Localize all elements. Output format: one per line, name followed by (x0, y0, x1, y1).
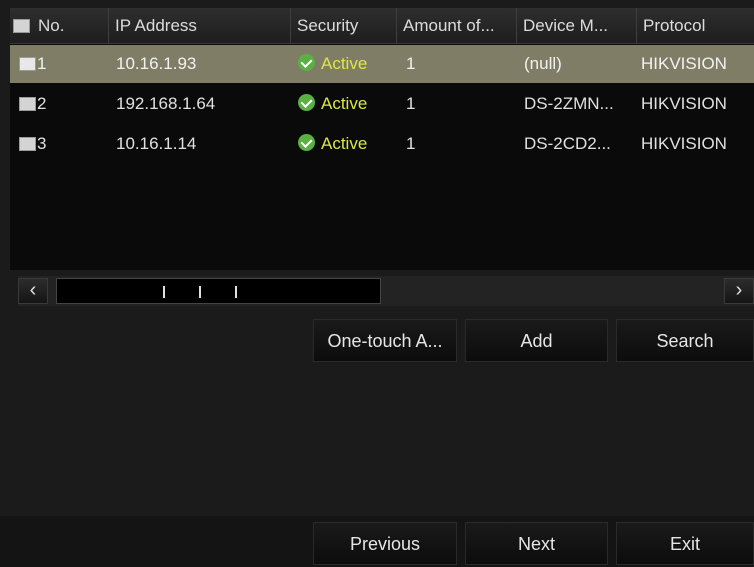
previous-button[interactable]: Previous (313, 522, 457, 565)
column-header-no[interactable]: No. (10, 8, 104, 44)
chevron-right-icon: › (735, 279, 743, 301)
cell-protocol: HIKVISION (641, 54, 727, 73)
security-status-text: Active (321, 54, 368, 73)
device-table: No. IP Address Security Amount of... Dev… (10, 8, 754, 270)
table-row[interactable]: 3 10.16.1.14 Active 1 DS-2CD2... HIKVISI… (10, 125, 754, 163)
cell-device-model: DS-2ZMN... (524, 94, 614, 113)
cell-protocol: HIKVISION (641, 94, 727, 113)
column-label-protocol: Protocol (643, 16, 706, 35)
column-label-ip: IP Address (115, 16, 197, 35)
security-status-text: Active (321, 94, 368, 113)
column-label-amount: Amount of... (403, 16, 495, 35)
row-checkbox[interactable] (19, 97, 36, 111)
security-status-text: Active (321, 134, 368, 153)
cell-amount: 1 (406, 54, 416, 73)
column-header-protocol[interactable]: Protocol (636, 8, 754, 44)
scroll-left-button[interactable]: ‹ (18, 278, 48, 304)
cell-protocol: HIKVISION (641, 134, 727, 153)
cell-amount: 1 (406, 94, 416, 113)
grip-line (163, 286, 165, 298)
column-header-security[interactable]: Security (290, 8, 398, 44)
cell-device-model: (null) (524, 54, 562, 73)
cell-security: Active (298, 45, 398, 83)
cell-no: 2 (37, 94, 47, 113)
cell-device-model: DS-2CD2... (524, 134, 611, 153)
cell-no: 3 (37, 134, 47, 153)
scroll-right-button[interactable]: › (724, 278, 754, 304)
cell-amount: 1 (406, 134, 416, 153)
add-button[interactable]: Add (465, 319, 608, 362)
select-all-checkbox[interactable] (13, 19, 30, 33)
column-label-no: No. (38, 16, 65, 35)
exit-button[interactable]: Exit (616, 522, 754, 565)
column-header-device-model[interactable]: Device M... (516, 8, 638, 44)
cell-ip: 10.16.1.14 (116, 134, 197, 153)
search-button[interactable]: Search (616, 319, 754, 362)
cell-no: 1 (37, 54, 47, 73)
column-label-security: Security (297, 16, 359, 35)
table-row[interactable]: 2 192.168.1.64 Active 1 DS-2ZMN... HIKVI… (10, 85, 754, 123)
one-touch-adding-button[interactable]: One-touch A... (313, 319, 457, 362)
device-search-screen: No. IP Address Security Amount of... Dev… (0, 0, 754, 567)
column-header-amount[interactable]: Amount of... (396, 8, 518, 44)
cell-ip: 192.168.1.64 (116, 94, 216, 113)
grip-line (235, 286, 237, 298)
chevron-left-icon: ‹ (29, 279, 37, 301)
check-circle-icon (298, 134, 315, 151)
cell-security: Active (298, 85, 398, 123)
grip-line (199, 286, 201, 298)
cell-security: Active (298, 125, 398, 163)
next-button[interactable]: Next (465, 522, 608, 565)
check-circle-icon (298, 94, 315, 111)
scrollbar-thumb[interactable] (56, 278, 381, 304)
table-row[interactable]: 1 10.16.1.93 Active 1 (null) HIKVISION (10, 45, 754, 83)
check-circle-icon (298, 54, 315, 71)
column-label-device-model: Device M... (523, 16, 609, 35)
cell-ip: 10.16.1.93 (116, 54, 197, 73)
table-header: No. IP Address Security Amount of... Dev… (10, 8, 754, 44)
column-header-ip[interactable]: IP Address (108, 8, 292, 44)
horizontal-scrollbar[interactable]: ‹ › (18, 276, 754, 306)
row-checkbox[interactable] (19, 137, 36, 151)
row-checkbox[interactable] (19, 57, 36, 71)
